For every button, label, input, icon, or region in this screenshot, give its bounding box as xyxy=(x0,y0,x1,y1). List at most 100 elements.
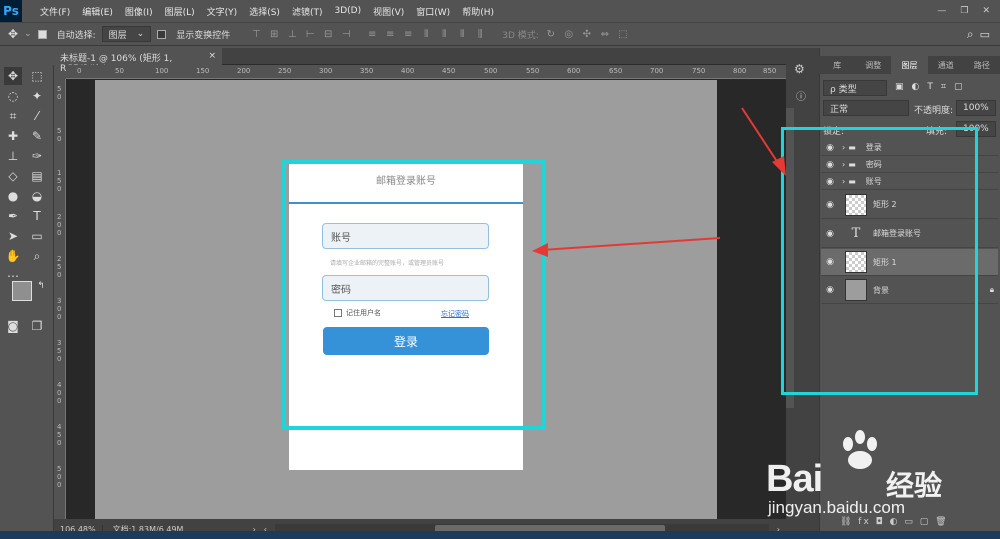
align-right-icon[interactable]: ⊣ xyxy=(340,28,352,40)
workspace-icon[interactable]: ▭ xyxy=(980,28,990,41)
adjustment-filter-icon[interactable]: ◐ xyxy=(912,82,920,92)
eraser-tool-icon[interactable]: ◇ xyxy=(4,167,22,185)
pixel-filter-icon[interactable]: ▣ xyxy=(895,82,904,92)
options-bar: ✥ ⌄ 自动选择: 图层 ⌄ 显示变换控件 ⊤ ⊞ ⊥ ⊢ ⊟ ⊣ ≡ ≡ ≡ ⦀… xyxy=(0,22,1000,46)
swap-colors-icon[interactable]: ↰ xyxy=(32,277,50,295)
type-filter-icon[interactable]: T xyxy=(927,82,933,92)
history-brush-tool-icon[interactable]: ✑ xyxy=(28,147,46,165)
type-tool-icon[interactable]: T xyxy=(28,207,46,225)
path-selection-tool-icon[interactable]: ➤ xyxy=(4,227,22,245)
tab-library[interactable]: 库 xyxy=(819,56,855,74)
align-top-icon[interactable]: ⊤ xyxy=(250,28,262,40)
menu-3d[interactable]: 3D(D) xyxy=(328,6,367,16)
menu-layer[interactable]: 图层(L) xyxy=(159,5,201,18)
scale-3d-icon[interactable]: ⬚ xyxy=(617,28,629,40)
align-bottom-icon[interactable]: ⊥ xyxy=(286,28,298,40)
magic-wand-tool-icon[interactable]: ✦ xyxy=(28,87,46,105)
close-icon[interactable]: ✕ xyxy=(982,6,990,16)
menu-view[interactable]: 视图(V) xyxy=(367,5,410,18)
quick-mask-icon[interactable]: ◙ xyxy=(4,317,22,335)
ruler-label: 100 xyxy=(155,67,169,75)
tab-adjustments[interactable]: 调整 xyxy=(855,56,891,74)
clone-stamp-tool-icon[interactable]: ⊥ xyxy=(4,147,22,165)
drag-3d-icon[interactable]: ✣ xyxy=(581,28,593,40)
ruler-label: 2 xyxy=(57,255,62,263)
ruler-label: 0 xyxy=(57,389,62,397)
menu-filter[interactable]: 滤镜(T) xyxy=(286,5,329,18)
crop-tool-icon[interactable]: ⌗ xyxy=(4,107,22,125)
blend-mode-dropdown[interactable]: 正常 xyxy=(823,100,909,116)
pen-tool-icon[interactable]: ✒ xyxy=(4,207,22,225)
ruler-label: 800 xyxy=(733,67,747,75)
align-left-icon[interactable]: ⊢ xyxy=(304,28,316,40)
rotate-3d-icon[interactable]: ↻ xyxy=(545,28,557,40)
ruler-label: 0 xyxy=(57,93,62,101)
move-tool-icon[interactable]: ✥ xyxy=(8,27,18,41)
restore-icon[interactable]: ❐ xyxy=(960,6,968,16)
align-vcenter-icon[interactable]: ⊞ xyxy=(268,28,280,40)
menu-window[interactable]: 窗口(W) xyxy=(410,5,456,18)
marquee-tool-icon[interactable]: ⬚ xyxy=(28,67,46,85)
lasso-tool-icon[interactable]: ◌ xyxy=(4,87,22,105)
layer-filter-dropdown[interactable]: ρ 类型 xyxy=(823,80,887,96)
paw-icon xyxy=(843,430,877,469)
slide-3d-icon[interactable]: ⇔ xyxy=(599,28,611,40)
ruler-label: 5 xyxy=(57,85,62,93)
distribute-top-icon[interactable]: ≡ xyxy=(366,28,378,40)
tab-paths[interactable]: 路径 xyxy=(964,56,1000,74)
distribute-vcenter-icon[interactable]: ≡ xyxy=(384,28,396,40)
ruler-label: 50 xyxy=(115,67,124,75)
ruler-label: 1 xyxy=(57,169,62,177)
smart-filter-icon[interactable]: ▢ xyxy=(954,82,963,92)
menu-type[interactable]: 文字(Y) xyxy=(201,5,244,18)
show-transform-checkbox[interactable] xyxy=(157,29,167,39)
foreground-color-swatch[interactable] xyxy=(12,281,32,301)
healing-brush-tool-icon[interactable]: ✚ xyxy=(4,127,22,145)
roll-3d-icon[interactable]: ◎ xyxy=(563,28,575,40)
distribute-right-icon[interactable]: ⦀ xyxy=(456,28,468,40)
ruler-label: 0 xyxy=(57,355,62,363)
blur-tool-icon[interactable]: ● xyxy=(4,187,22,205)
zoom-tool-icon[interactable]: ⌕ xyxy=(28,247,46,265)
rectangle-tool-icon[interactable]: ▭ xyxy=(28,227,46,245)
chevron-down-icon[interactable]: ⌄ xyxy=(24,29,32,39)
menu-select[interactable]: 选择(S) xyxy=(243,5,286,18)
menu-file[interactable]: 文件(F) xyxy=(34,5,76,18)
ruler-label: 0 xyxy=(57,439,62,447)
tab-layers[interactable]: 图层 xyxy=(891,56,928,74)
dodge-tool-icon[interactable]: ◒ xyxy=(28,187,46,205)
filter-icons: ▣ ◐ T ⌗ ▢ xyxy=(895,82,962,92)
opacity-input[interactable]: 100% xyxy=(956,100,996,116)
tab-close-icon[interactable]: × xyxy=(208,51,216,62)
brush-tool-icon[interactable]: ✎ xyxy=(28,127,46,145)
tab-channels[interactable]: 通道 xyxy=(928,56,964,74)
menu-bar: Ps 文件(F) 编辑(E) 图像(I) 图层(L) 文字(Y) 选择(S) 滤… xyxy=(0,0,1000,22)
auto-select-checkbox[interactable] xyxy=(37,29,47,39)
eyedropper-tool-icon[interactable]: ⁄ xyxy=(28,107,46,125)
document-tab-title: 未标题-1 @ 106% (矩形 1, RGB/8#) * xyxy=(60,54,173,74)
ruler-label: 0 xyxy=(57,313,62,321)
search-icon[interactable]: ⌕ xyxy=(967,27,974,42)
distribute-left-icon[interactable]: ⦀ xyxy=(420,28,432,40)
move-tool-icon[interactable]: ✥ xyxy=(4,67,22,85)
ruler-label: 0 xyxy=(57,229,62,237)
menu-help[interactable]: 帮助(H) xyxy=(456,5,500,18)
annotation-arrows xyxy=(532,107,786,257)
ruler-label: 5 xyxy=(57,177,62,185)
hand-tool-icon[interactable]: ✋ xyxy=(4,247,22,265)
align-hcenter-icon[interactable]: ⊟ xyxy=(322,28,334,40)
panel-tabs: 库 调整 图层 通道 路径 xyxy=(819,56,1000,74)
distribute-bottom-icon[interactable]: ≡ xyxy=(402,28,414,40)
show-transform-label: 显示变换控件 xyxy=(176,30,231,41)
auto-select-dropdown[interactable]: 图层 ⌄ xyxy=(101,26,152,42)
screen-mode-icon[interactable]: ❐ xyxy=(28,317,46,335)
auto-align-icon[interactable]: ⫼ xyxy=(474,28,486,40)
minimize-icon[interactable]: — xyxy=(937,6,946,16)
adjust-icon[interactable]: ⚙ xyxy=(794,62,805,76)
gradient-tool-icon[interactable]: ▤ xyxy=(28,167,46,185)
document-tab[interactable]: 未标题-1 @ 106% (矩形 1, RGB/8#) * × xyxy=(54,48,222,74)
distribute-hcenter-icon[interactable]: ⦀ xyxy=(438,28,450,40)
menu-edit[interactable]: 编辑(E) xyxy=(76,5,119,18)
shape-filter-icon[interactable]: ⌗ xyxy=(941,82,946,92)
menu-image[interactable]: 图像(I) xyxy=(119,5,159,18)
